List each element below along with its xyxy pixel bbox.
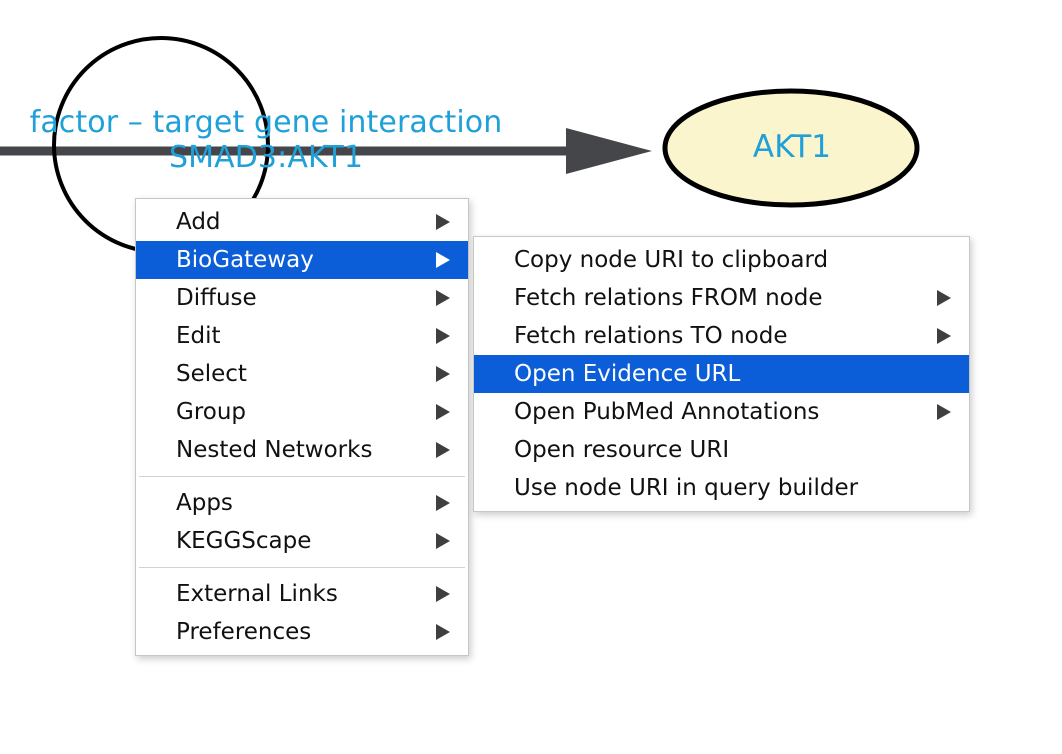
menu-item-label: Nested Networks: [176, 437, 373, 463]
menu-item-edit[interactable]: Edit: [136, 317, 468, 355]
submenu-item-copy-node-uri[interactable]: Copy node URI to clipboard: [474, 241, 969, 279]
menu-item-apps[interactable]: Apps: [136, 484, 468, 522]
chevron-right-icon: [436, 252, 450, 268]
edge-label-text: factor – target gene interaction SMAD3:A…: [29, 105, 503, 175]
menu-separator: [139, 476, 465, 477]
menu-item-label: Open resource URI: [514, 437, 730, 463]
menu-item-label: Select: [176, 361, 247, 387]
submenu-item-open-evidence-url[interactable]: Open Evidence URL: [474, 355, 969, 393]
menu-item-add[interactable]: Add: [136, 203, 468, 241]
submenu-item-open-resource-uri[interactable]: Open resource URI: [474, 431, 969, 469]
menu-item-label: Fetch relations TO node: [514, 323, 788, 349]
menu-item-label: Use node URI in query builder: [514, 475, 859, 501]
menu-item-diffuse[interactable]: Diffuse: [136, 279, 468, 317]
node-akt1-label: AKT1: [752, 129, 832, 165]
menu-item-label: Preferences: [176, 619, 312, 645]
submenu-item-use-node-uri-query-builder[interactable]: Use node URI in query builder: [474, 469, 969, 507]
submenu-item-fetch-relations-from-node[interactable]: Fetch relations FROM node: [474, 279, 969, 317]
chevron-right-icon: [436, 586, 450, 602]
chevron-right-icon: [937, 328, 951, 344]
menu-item-label: BioGateway: [176, 247, 314, 273]
menu-item-label: Diffuse: [176, 285, 257, 311]
chevron-right-icon: [436, 442, 450, 458]
menu-item-label: Group: [176, 399, 247, 425]
biogateway-submenu[interactable]: Copy node URI to clipboard Fetch relatio…: [473, 236, 970, 512]
menu-item-external-links[interactable]: External Links: [136, 575, 468, 613]
menu-item-select[interactable]: Select: [136, 355, 468, 393]
chevron-right-icon: [436, 495, 450, 511]
menu-item-group[interactable]: Group: [136, 393, 468, 431]
menu-item-label: Add: [176, 209, 221, 235]
chevron-right-icon: [436, 366, 450, 382]
chevron-right-icon: [436, 214, 450, 230]
node-context-menu[interactable]: Add BioGateway Diffuse Edit Select Group…: [135, 198, 469, 656]
menu-item-label: Fetch relations FROM node: [514, 285, 823, 311]
menu-item-label: Open PubMed Annotations: [514, 399, 820, 425]
submenu-item-open-pubmed-annotations[interactable]: Open PubMed Annotations: [474, 393, 969, 431]
chevron-right-icon: [436, 533, 450, 549]
menu-item-label: Copy node URI to clipboard: [514, 247, 829, 273]
network-view: factor – target gene interaction SMAD3:A…: [0, 0, 1062, 754]
chevron-right-icon: [436, 290, 450, 306]
menu-item-label: Apps: [176, 490, 233, 516]
chevron-right-icon: [436, 404, 450, 420]
menu-separator: [139, 567, 465, 568]
menu-item-label: Edit: [176, 323, 221, 349]
menu-item-biogateway[interactable]: BioGateway: [136, 241, 468, 279]
submenu-item-fetch-relations-to-node[interactable]: Fetch relations TO node: [474, 317, 969, 355]
menu-item-nested-networks[interactable]: Nested Networks: [136, 431, 468, 469]
menu-item-label: External Links: [176, 581, 338, 607]
chevron-right-icon: [937, 404, 951, 420]
chevron-right-icon: [937, 290, 951, 306]
menu-item-label: KEGGScape: [176, 528, 312, 554]
chevron-right-icon: [436, 328, 450, 344]
menu-item-preferences[interactable]: Preferences: [136, 613, 468, 651]
menu-item-label: Open Evidence URL: [514, 361, 741, 387]
menu-item-keggscape[interactable]: KEGGScape: [136, 522, 468, 560]
chevron-right-icon: [436, 624, 450, 640]
